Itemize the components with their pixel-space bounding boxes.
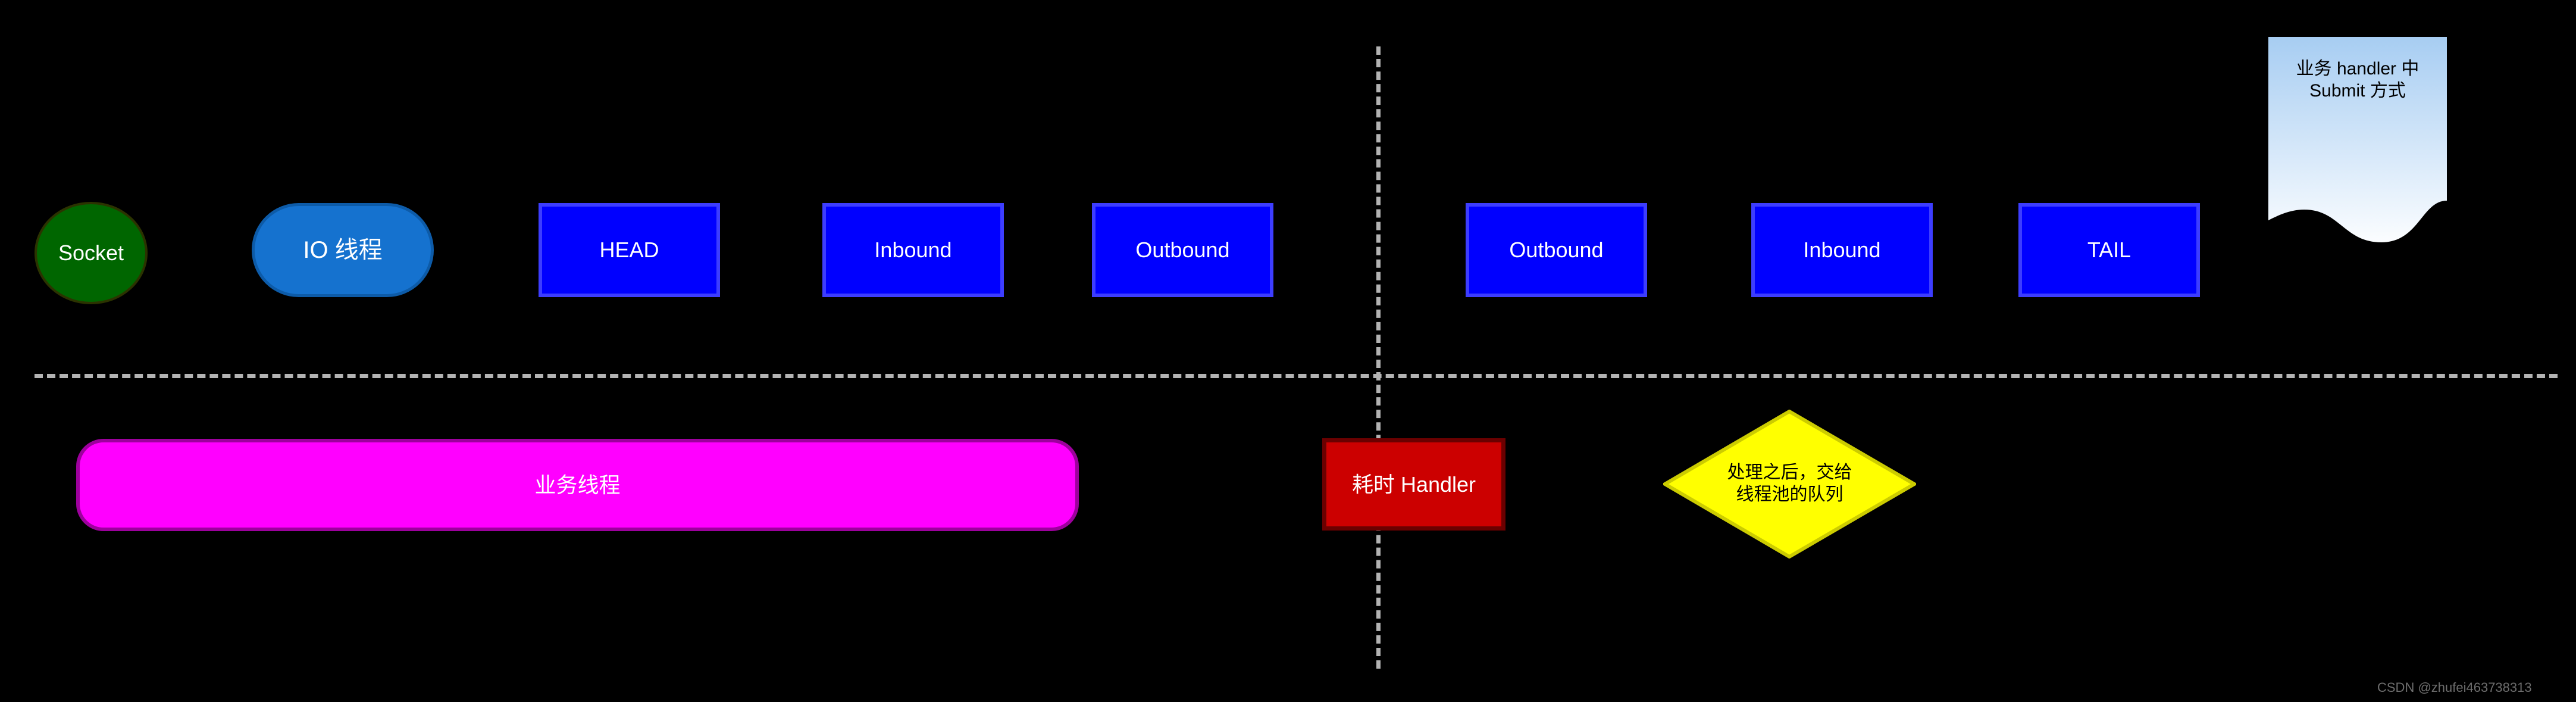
vertical-dashed-divider: [1376, 46, 1381, 669]
handler-box-inbound-2[interactable]: Inbound: [1751, 203, 1933, 297]
socket-node[interactable]: Socket: [35, 202, 148, 304]
horizontal-dashed-divider: [35, 374, 2558, 378]
handler-box-label: Inbound: [874, 238, 952, 263]
queue-note-diamond[interactable]: 处理之后，交给 线程池的队列: [1663, 410, 1916, 559]
socket-node-label: Socket: [58, 241, 124, 266]
handler-box-outbound-1[interactable]: Outbound: [1092, 203, 1273, 297]
diagram-canvas: Socket IO 线程 HEAD Inbound Outbound Outbo…: [0, 0, 2576, 702]
diamond-shape-svg: [1663, 410, 1916, 559]
handler-box-inbound-1[interactable]: Inbound: [822, 203, 1004, 297]
submit-note-shape[interactable]: 业务 handler 中 Submit 方式: [2268, 37, 2447, 242]
slow-handler-node[interactable]: 耗时 Handler: [1322, 438, 1505, 531]
handler-box-outbound-2[interactable]: Outbound: [1466, 203, 1647, 297]
business-thread-node-label: 业务线程: [534, 472, 621, 497]
note-shape-svg: [2268, 37, 2447, 242]
handler-box-label: TAIL: [2087, 238, 2131, 263]
handler-box-label: Outbound: [1135, 238, 1230, 263]
io-thread-node[interactable]: IO 线程: [252, 203, 434, 297]
handler-box-head[interactable]: HEAD: [539, 203, 720, 297]
business-thread-node[interactable]: 业务线程: [76, 439, 1079, 531]
slow-handler-node-label: 耗时 Handler: [1351, 472, 1476, 497]
io-thread-node-label: IO 线程: [303, 236, 383, 263]
csdn-watermark: CSDN @zhufei463738313: [2377, 680, 2532, 695]
handler-box-label: HEAD: [599, 238, 659, 263]
handler-box-tail[interactable]: TAIL: [2018, 203, 2200, 297]
handler-box-label: Inbound: [1803, 238, 1881, 263]
handler-box-label: Outbound: [1509, 238, 1604, 263]
